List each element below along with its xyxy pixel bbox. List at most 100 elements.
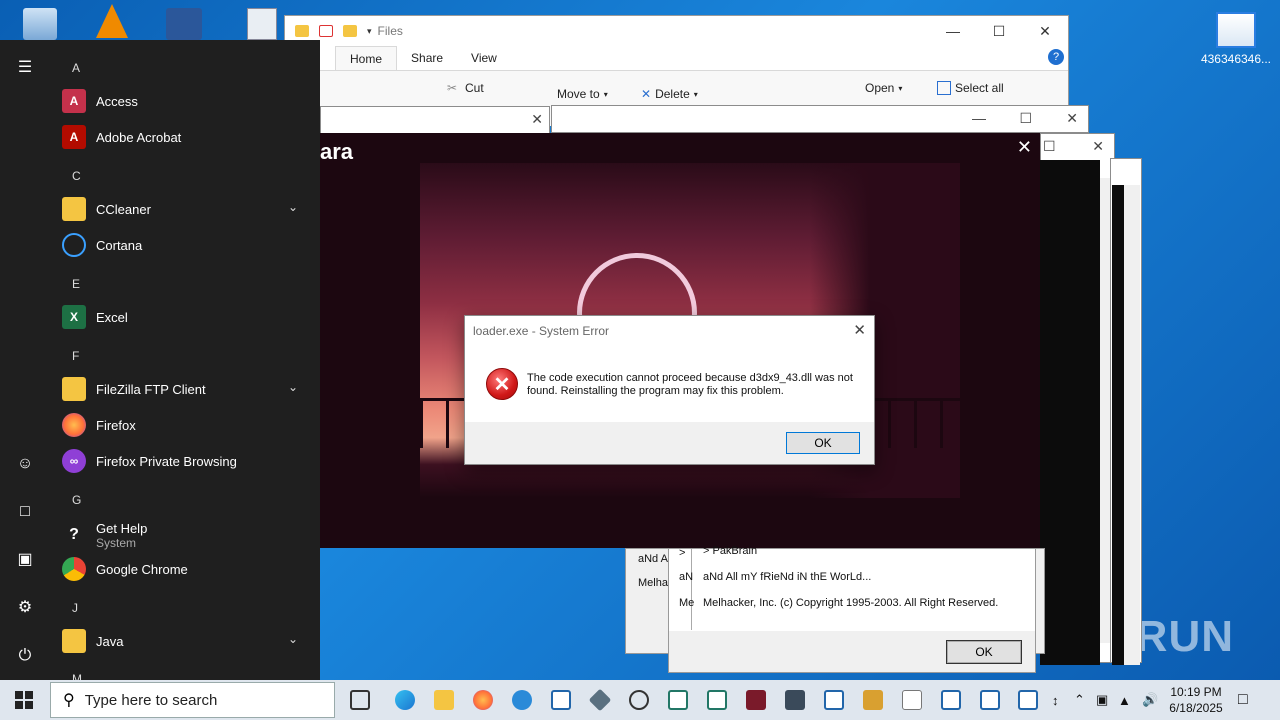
close-button[interactable]: ✕: [1066, 110, 1078, 127]
app-item-firefox-private[interactable]: ∞ Firefox Private Browsing: [62, 444, 308, 478]
settings-gear-icon[interactable]: ⚙: [15, 598, 35, 618]
image-app-icon[interactable]: [896, 684, 928, 716]
section-letter[interactable]: J: [72, 601, 78, 615]
delete-button[interactable]: ✕ Delete ▾: [641, 87, 698, 101]
app-item-firefox[interactable]: Firefox: [62, 408, 308, 442]
error-icon: ✕: [486, 368, 518, 400]
quick-access-dropdown-icon[interactable]: ▾: [367, 26, 372, 37]
app-item-get-help[interactable]: ? Get Help System: [62, 516, 308, 554]
clock[interactable]: 10:19 PM 6/18/2025: [1166, 684, 1226, 716]
edge-icon[interactable]: [389, 684, 421, 716]
taskbar-search-box[interactable]: ⚲ Type here to search: [50, 682, 335, 718]
notifications-icon[interactable]: □: [1238, 680, 1248, 720]
app-sublabel: System: [96, 535, 137, 550]
settings-app-icon[interactable]: [506, 684, 538, 716]
console-scrollbar[interactable]: [1124, 185, 1140, 665]
folder-icon: [62, 197, 86, 221]
desktop-icon-file[interactable]: 436346346...: [1196, 12, 1276, 66]
diamond-app-icon[interactable]: [584, 684, 616, 716]
minimize-button[interactable]: —: [930, 16, 976, 46]
select-all-button[interactable]: Select all: [937, 81, 1004, 95]
tab-view[interactable]: View: [457, 46, 511, 70]
window-app-icon[interactable]: [545, 684, 577, 716]
close-button[interactable]: ✕: [531, 111, 543, 128]
delete-label: Delete: [655, 87, 690, 101]
game-app-icon[interactable]: [740, 684, 772, 716]
background-window-1[interactable]: ✕: [320, 106, 550, 134]
close-icon[interactable]: ✕: [853, 321, 866, 339]
app-item-ccleaner[interactable]: CCleaner ⌄: [62, 192, 308, 226]
ok-button[interactable]: OK: [786, 432, 860, 454]
tab-share[interactable]: Share: [397, 46, 457, 70]
open-button[interactable]: Open ▾: [865, 81, 902, 95]
maximize-button[interactable]: ☐: [1043, 138, 1056, 155]
about-copyright: Melhacker, Inc. (c) Copyright 1995-2003.…: [703, 597, 999, 609]
firefox-icon: [62, 413, 86, 437]
console-app-icon[interactable]: [779, 684, 811, 716]
game-title: ara: [320, 139, 354, 164]
window-app-icon[interactable]: [935, 684, 967, 716]
app-item-filezilla[interactable]: FileZilla FTP Client ⌄: [62, 372, 308, 406]
search-placeholder: Type here to search: [84, 691, 218, 709]
close-button[interactable]: ✕: [1092, 138, 1104, 155]
app-item-adobe-acrobat[interactable]: A Adobe Acrobat: [62, 120, 308, 154]
section-letter[interactable]: C: [72, 169, 81, 183]
chevron-down-icon[interactable]: ⌄: [288, 380, 298, 394]
cut-button[interactable]: ✂ Cut: [447, 81, 484, 95]
close-button[interactable]: ✕: [1022, 16, 1068, 46]
window-app-icon[interactable]: [1012, 684, 1044, 716]
download-app-icon[interactable]: [623, 684, 655, 716]
app-item-java[interactable]: Java ⌄: [62, 624, 308, 658]
close-icon[interactable]: ✕: [1017, 137, 1032, 158]
app-item-access[interactable]: A Access: [62, 84, 308, 118]
installer-app-icon[interactable]: [857, 684, 889, 716]
window-app-icon[interactable]: [974, 684, 1006, 716]
network-icon[interactable]: ▣: [1096, 680, 1108, 720]
app-label: Get Help: [96, 520, 148, 536]
power-icon[interactable]: ⏻: [15, 646, 35, 666]
app-item-excel[interactable]: X Excel: [62, 300, 308, 334]
maximize-button[interactable]: ☐: [1019, 110, 1032, 127]
about-dialog-front[interactable]: > aN Me > PakBrain aNd All mY fRieNd iN …: [668, 545, 1036, 673]
user-account-icon[interactable]: ☺: [15, 454, 35, 474]
show-hidden-icons-icon[interactable]: ⌃: [1074, 680, 1085, 720]
firefox-icon[interactable]: [467, 684, 499, 716]
task-view-icon[interactable]: [344, 684, 376, 716]
tab-home[interactable]: Home: [335, 46, 398, 70]
desktop-icon-vlc[interactable]: [72, 4, 152, 42]
hamburger-menu-icon[interactable]: ☰: [15, 58, 35, 78]
start-button[interactable]: [0, 680, 48, 720]
chevron-down-icon: ▾: [693, 89, 698, 99]
new-folder-icon[interactable]: [343, 25, 357, 37]
documents-icon[interactable]: □: [15, 502, 35, 522]
background-window-2[interactable]: — ☐ ✕: [551, 105, 1089, 133]
help-icon[interactable]: ?: [1048, 49, 1064, 65]
system-error-dialog[interactable]: loader.exe - System Error ✕ ✕ The code e…: [464, 315, 875, 465]
minimize-button[interactable]: —: [972, 110, 986, 126]
pictures-icon[interactable]: ▣: [15, 550, 35, 570]
recycle-bin-icon: [23, 8, 57, 40]
maximize-button[interactable]: ☐: [976, 16, 1022, 46]
window-app-icon[interactable]: [701, 684, 733, 716]
desktop-icon-recycle-bin[interactable]: [0, 8, 80, 44]
app-item-google-chrome[interactable]: Google Chrome: [62, 552, 308, 586]
scroll-arrows-icon[interactable]: ↕: [1052, 680, 1066, 720]
file-explorer-icon[interactable]: [428, 684, 460, 716]
wifi-icon[interactable]: ▲: [1118, 680, 1131, 720]
section-letter[interactable]: E: [72, 277, 80, 291]
section-letter[interactable]: A: [72, 61, 80, 75]
app-item-cortana[interactable]: Cortana: [62, 228, 308, 262]
chevron-down-icon[interactable]: ⌄: [288, 200, 298, 214]
move-to-button[interactable]: Move to ▾: [557, 87, 608, 101]
console-window-2[interactable]: [1112, 185, 1124, 665]
desktop-icon-word[interactable]: [144, 8, 224, 44]
console-window-1[interactable]: [1040, 160, 1100, 665]
properties-icon[interactable]: [319, 25, 333, 37]
volume-icon[interactable]: 🔊: [1142, 680, 1158, 720]
section-letter[interactable]: G: [72, 493, 81, 507]
section-letter[interactable]: F: [72, 349, 79, 363]
ok-button[interactable]: OK: [946, 640, 1022, 664]
window-app-icon[interactable]: [818, 684, 850, 716]
chevron-down-icon[interactable]: ⌄: [288, 632, 298, 646]
window-app-icon[interactable]: [662, 684, 694, 716]
